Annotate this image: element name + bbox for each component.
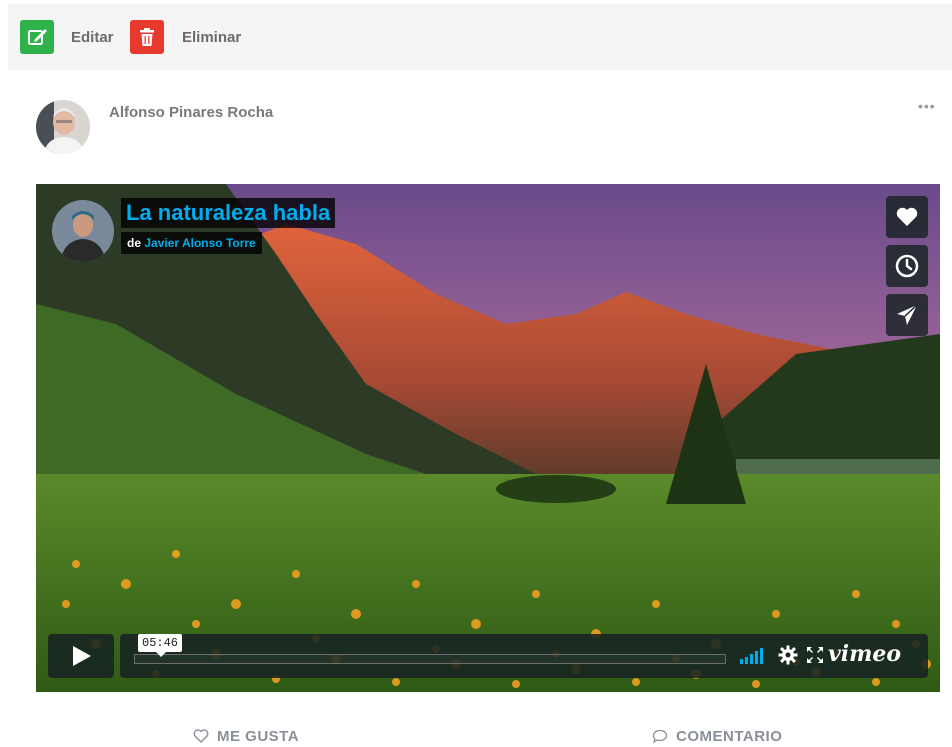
duration-label: 05:46	[138, 634, 183, 657]
progress-track[interactable]	[134, 654, 726, 664]
video-player[interactable]: La naturaleza habla de Javier Alonso Tor…	[36, 184, 940, 692]
watch-later-button[interactable]	[886, 245, 928, 287]
volume-icon[interactable]	[740, 647, 768, 665]
delete-label[interactable]: Eliminar	[182, 29, 241, 46]
settings-gear-icon[interactable]	[778, 645, 798, 665]
comment-button[interactable]: COMENTARIO	[652, 728, 782, 745]
avatar-photo	[36, 100, 90, 154]
channel-avatar-photo	[52, 200, 114, 262]
like-button[interactable]: ME GUSTA	[193, 728, 299, 745]
byline-prefix: de	[127, 236, 142, 250]
edit-icon	[28, 29, 47, 45]
heart-outline-icon	[193, 729, 209, 743]
volume-bars	[740, 648, 763, 664]
like-label: ME GUSTA	[217, 728, 300, 745]
edit-button[interactable]	[20, 20, 54, 54]
post-actions: ME GUSTA COMENTARIO	[0, 722, 952, 747]
edit-label[interactable]: Editar	[71, 29, 114, 46]
channel-avatar[interactable]	[52, 200, 114, 262]
clock-icon	[895, 254, 919, 278]
video-thumbnail	[36, 184, 940, 692]
like-video-button[interactable]	[886, 196, 928, 238]
post-toolbar: Editar Eliminar	[8, 4, 952, 70]
author-avatar[interactable]	[36, 100, 90, 154]
video-title[interactable]: La naturaleza habla	[121, 198, 336, 228]
control-bar: vimeo	[120, 634, 928, 678]
share-button[interactable]	[886, 294, 928, 336]
video-byline: de Javier Alonso Torre	[121, 232, 262, 254]
author-name[interactable]: Alfonso Pinares Rocha	[109, 104, 273, 121]
trash-icon	[140, 28, 154, 46]
play-button[interactable]	[48, 634, 114, 678]
comment-label: COMENTARIO	[676, 728, 783, 745]
play-icon	[73, 646, 91, 666]
vimeo-logo[interactable]: vimeo	[828, 641, 901, 667]
byline-author[interactable]: Javier Alonso Torre	[144, 236, 255, 250]
player-controls: vimeo 05:46	[48, 634, 928, 678]
fullscreen-icon[interactable]	[806, 646, 824, 664]
send-icon	[897, 304, 918, 325]
comment-bubble-icon	[652, 729, 668, 744]
more-options-icon[interactable]: •••	[918, 98, 936, 114]
heart-icon	[896, 207, 918, 226]
delete-button[interactable]	[130, 20, 164, 54]
